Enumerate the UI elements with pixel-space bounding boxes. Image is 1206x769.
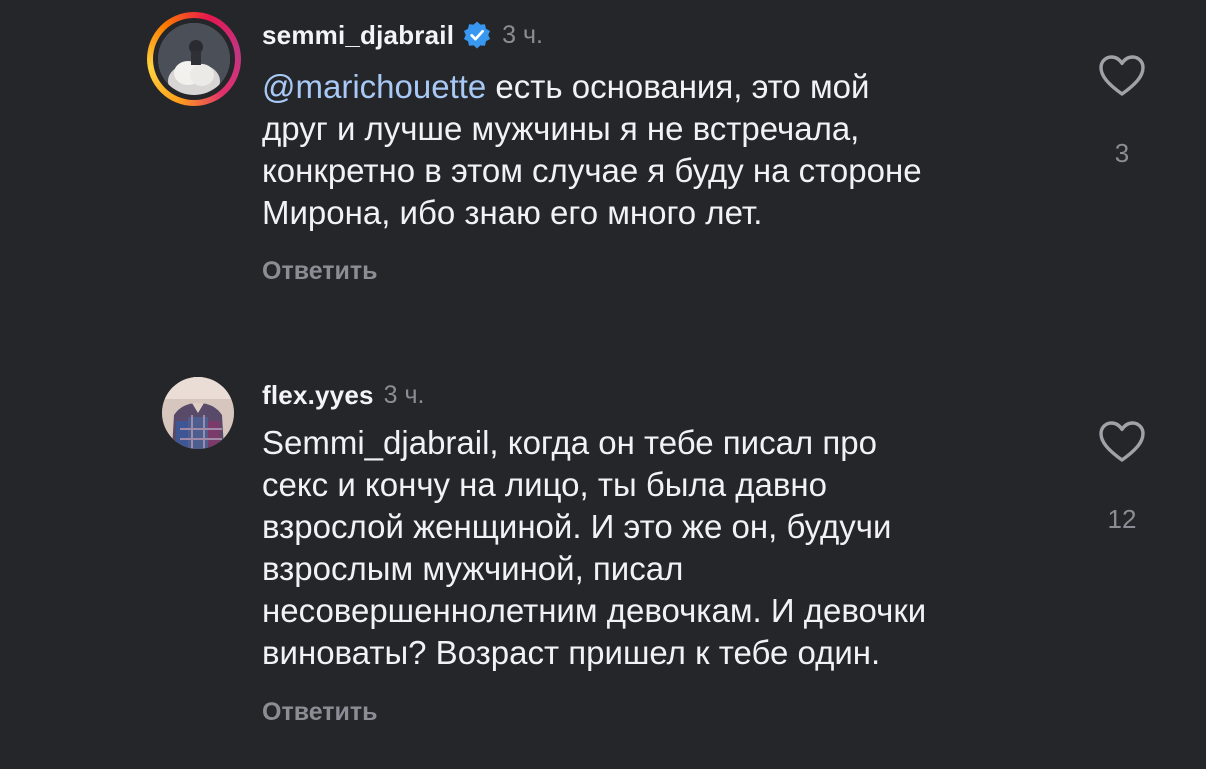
comment-line: Semmi_djabrail, когда он тебе писал про — [262, 424, 877, 461]
comment-line: Мирона, ибо знаю его много лет. — [262, 194, 763, 231]
avatar-photo-icon — [158, 23, 230, 95]
like-column: 3 — [1090, 54, 1154, 169]
comment-line: виноваты? Возраст пришел к тебе один. — [262, 634, 881, 671]
reply-button[interactable]: Ответить — [262, 698, 378, 727]
verified-badge-icon — [464, 21, 491, 49]
timestamp: 3 ч. — [502, 20, 543, 49]
heart-outline-icon[interactable] — [1098, 54, 1146, 98]
timestamp: 3 ч. — [383, 380, 425, 409]
comment-line: взрослой женщиной. И это же он, будучи — [262, 508, 892, 545]
avatar-photo-icon — [162, 377, 234, 449]
mention-link[interactable]: @marichouette — [262, 68, 486, 105]
comment-text: @marichouette есть основания, это мой др… — [262, 66, 1062, 234]
comment-line: конкретно в этом случае я буду на сторон… — [262, 152, 922, 189]
heart-outline-icon[interactable] — [1098, 420, 1146, 464]
comment-line: взрослым мужчиной, писал — [262, 550, 684, 587]
like-count: 3 — [1114, 138, 1130, 168]
like-count: 12 — [1107, 504, 1137, 534]
avatar[interactable] — [162, 377, 234, 449]
comment-line: @marichouette есть основания, это мой — [262, 66, 1062, 108]
comment-line: друг и лучше мужчины я не встречала, — [262, 110, 860, 147]
username[interactable]: flex.yyes — [262, 380, 374, 411]
comments-thread: semmi_djabrail 3 ч. @marichouette есть о… — [0, 0, 1206, 769]
comment-header: semmi_djabrail 3 ч. — [262, 15, 543, 55]
comment-line: несовершеннолетним девочкам. И девочки — [262, 592, 927, 629]
like-column: 12 — [1090, 420, 1154, 535]
comment-line: секс и кончу на лицо, ты была давно — [262, 466, 827, 503]
avatar[interactable] — [158, 23, 230, 95]
reply-button[interactable]: Ответить — [262, 257, 378, 286]
comment-line-text: есть основания, это мой — [486, 68, 870, 105]
avatar-story-ring[interactable] — [147, 12, 241, 106]
comment-header: flex.yyes 3 ч. — [262, 375, 425, 415]
username[interactable]: semmi_djabrail — [262, 20, 454, 51]
comment-text: Semmi_djabrail, когда он тебе писал про … — [262, 422, 1062, 674]
